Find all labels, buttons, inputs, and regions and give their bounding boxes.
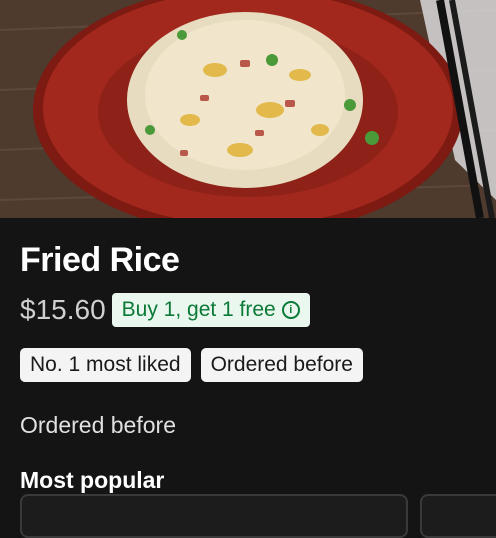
popular-item-card[interactable] [20, 494, 408, 538]
ordered-before-text: Ordered before [20, 412, 176, 438]
section-title: Most popular [20, 467, 165, 493]
fried-rice-image [0, 0, 496, 218]
item-details: Fried Rice $15.60 Buy 1, get 1 free i No… [20, 236, 496, 494]
item-title: Fried Rice [20, 241, 180, 279]
info-icon[interactable]: i [281, 301, 300, 319]
dish-photo [0, 0, 496, 218]
badge-most-liked: No. 1 most liked [20, 348, 191, 382]
item-price: $15.60 [20, 294, 106, 325]
promo-badge[interactable]: Buy 1, get 1 free i [111, 293, 310, 327]
price-row: $15.60 Buy 1, get 1 free i [20, 292, 496, 328]
promo-label: Buy 1, get 1 free [121, 298, 276, 321]
popular-item-card[interactable] [420, 494, 496, 538]
badge-ordered-before: Ordered before [200, 348, 363, 382]
item-badges: No. 1 most liked Ordered before [20, 348, 496, 382]
